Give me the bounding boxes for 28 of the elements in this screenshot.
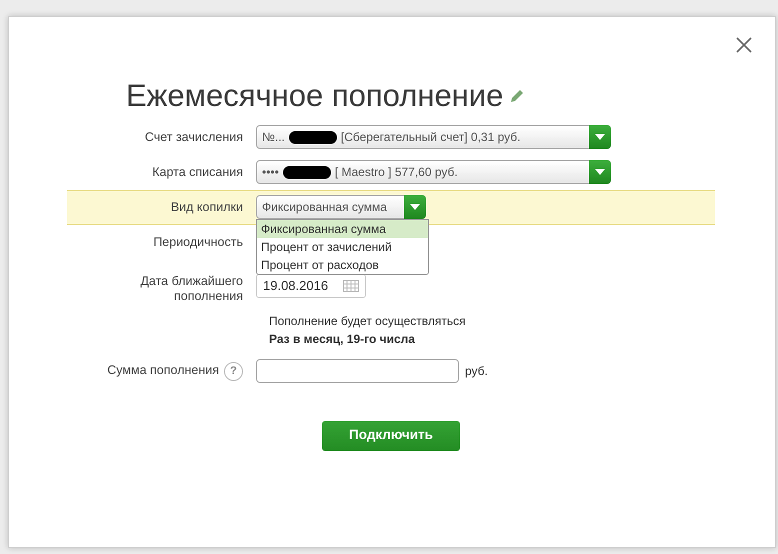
connect-button[interactable]: Подключить bbox=[322, 420, 460, 450]
close-button[interactable] bbox=[735, 35, 753, 53]
field-label: Периодичность bbox=[152, 234, 244, 251]
account-prefix: •••• bbox=[262, 164, 279, 181]
select-value: [Сберегательный счет] 0,31 руб. bbox=[340, 129, 520, 146]
account-prefix: №... bbox=[262, 129, 285, 146]
unit-label: руб. bbox=[465, 363, 488, 380]
info-text: Пополнение будет осуществляться bbox=[269, 312, 466, 330]
pencil-icon[interactable] bbox=[509, 88, 526, 104]
select-value: Фиксированная сумма bbox=[262, 199, 387, 216]
field-label: Сумма пополнения bbox=[107, 363, 219, 378]
field-label: Карта списания bbox=[151, 164, 244, 181]
dropdown-option[interactable]: Процент от расходов bbox=[257, 256, 428, 274]
dropdown-option[interactable]: Фиксированная сумма bbox=[257, 220, 428, 238]
dropdown-option[interactable]: Процент от зачислений bbox=[257, 238, 428, 256]
amount-input[interactable] bbox=[256, 359, 459, 383]
select-field[interactable]: Фиксированная сумма bbox=[256, 195, 426, 219]
field-label: Счет зачисления bbox=[144, 128, 244, 146]
date-value: 19.08.2016 bbox=[263, 276, 328, 295]
help-icon[interactable]: ? bbox=[224, 362, 243, 381]
schedule-text: Раз в месяц, 19-го числа bbox=[269, 330, 416, 348]
field-label: Вид копилки bbox=[170, 198, 244, 216]
select-value: [ Maestro ] 577,60 руб. bbox=[334, 164, 458, 181]
select-field[interactable]: №... [Сберегательный счет] 0,31 руб. bbox=[256, 125, 611, 149]
field-label: Дата ближайшего пополнения bbox=[139, 274, 244, 305]
date-field[interactable]: 19.08.2016 bbox=[256, 274, 366, 298]
dialog-title: Ежемесячное пополнение bbox=[126, 77, 504, 115]
select-field[interactable]: •••• [ Maestro ] 577,60 руб. bbox=[256, 160, 611, 184]
